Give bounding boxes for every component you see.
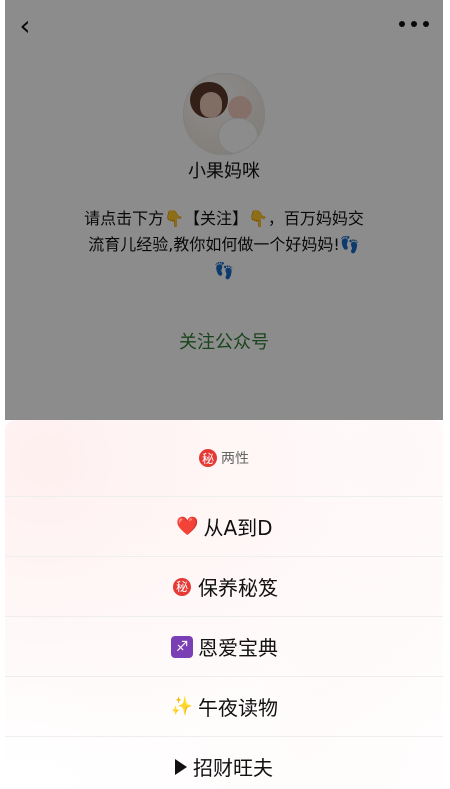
sheet-item-midnight-reading[interactable]: ✨ 午夜读物 [5,677,443,737]
sheet-item-love-guide[interactable]: ♐ 恩爱宝典 [5,617,443,677]
sagittarius-symbol: ♐ [171,635,193,658]
play-icon [175,758,187,775]
sheet-item-label: 保养秘笈 [198,576,278,600]
dim-overlay[interactable] [5,0,443,420]
sheet-item-label: 从A到D [203,516,273,540]
sheet-header: 秘 两性 [5,420,443,497]
sheet-item-label: 午夜读物 [198,696,278,720]
action-sheet: 秘 两性 ❤️ 从A到D 秘 保养秘笈 ♐ 恩爱宝典 ✨ 午夜读物 招财旺夫 [5,420,443,789]
sagittarius-icon: ♐ [170,635,194,659]
sheet-item-care-secrets[interactable]: 秘 保养秘笈 [5,557,443,617]
sheet-header-text: 两性 [221,451,249,467]
secret-badge-text: 秘 [173,577,191,596]
sparkles-icon: ✨ [170,696,194,717]
sheet-item-fortune[interactable]: 招财旺夫 [5,737,443,789]
sheet-item-label: 招财旺夫 [193,756,273,780]
heart-icon: ❤️ [176,516,199,537]
secret-badge-icon: 秘 [170,575,194,599]
sheet-item-label: 恩爱宝典 [198,636,278,660]
sheet-item-a-to-d[interactable]: ❤️ 从A到D [5,497,443,557]
secret-badge-icon: 秘 [199,449,217,467]
app-frame: ‹ 小果妈咪 请点击下方👇【关注】👇，百万妈妈交 流育儿经验,教你如何做一个好妈… [5,0,443,789]
